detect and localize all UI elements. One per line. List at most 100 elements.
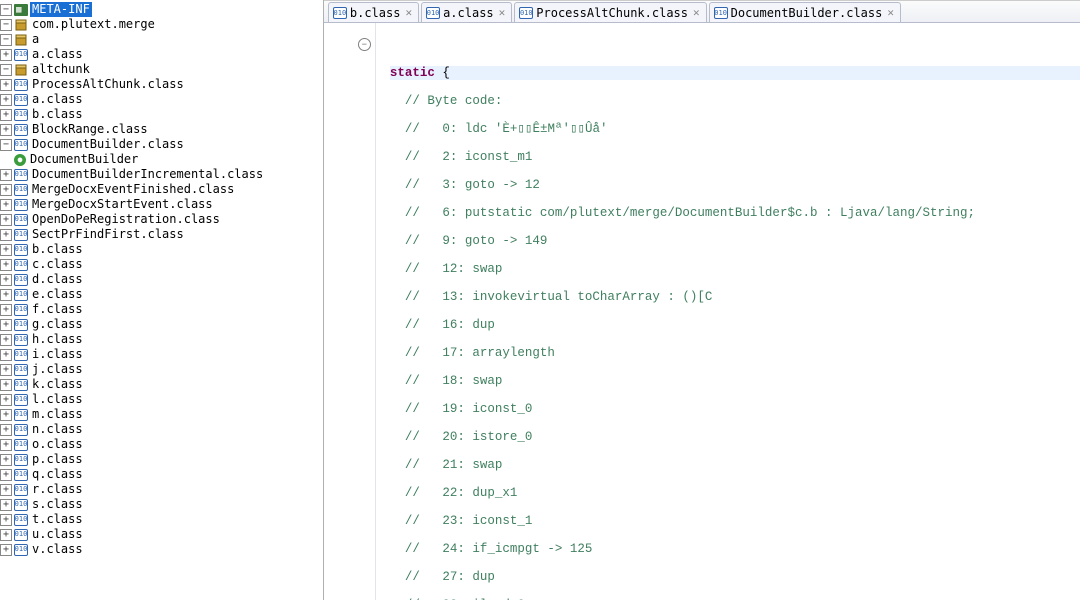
tree-item-documentbuilder[interactable]: −DocumentBuilder.class	[0, 137, 323, 152]
class-file-icon	[14, 484, 28, 496]
tree-item-class[interactable]: +b.class	[0, 242, 323, 257]
code-line: // 18: swap	[390, 374, 1080, 388]
expand-toggle-icon[interactable]: +	[0, 484, 12, 496]
expand-toggle-icon[interactable]: +	[0, 334, 12, 346]
expand-toggle-icon[interactable]: +	[0, 409, 12, 421]
expand-toggle-icon[interactable]: +	[0, 229, 12, 241]
tree-item-class[interactable]: +l.class	[0, 392, 323, 407]
expand-toggle-icon[interactable]: +	[0, 214, 12, 226]
tree-item-class[interactable]: + m.class	[0, 407, 323, 422]
expand-toggle-icon[interactable]: +	[0, 94, 12, 106]
tab-b-class[interactable]: b.class✕	[328, 2, 419, 22]
tree-item-class[interactable]: + v.class	[0, 542, 323, 557]
editor-body: − static { // Byte code: // 0: ldc 'È+▯▯…	[324, 23, 1080, 600]
tab-label: DocumentBuilder.class	[731, 6, 883, 20]
tree-item-package[interactable]: − com.plutext.merge	[0, 17, 323, 32]
code-line: // 22: dup_x1	[390, 486, 1080, 500]
expand-toggle-icon[interactable]: −	[0, 64, 12, 76]
close-icon[interactable]: ✕	[693, 6, 700, 19]
tree-item-class[interactable]: +MergeDocxEventFinished.class	[0, 182, 323, 197]
tree-item-class[interactable]: +OpenDoPeRegistration.class	[0, 212, 323, 227]
tree-item-class[interactable]: +r.class	[0, 482, 323, 497]
tree-item-class[interactable]: +o.class	[0, 437, 323, 452]
expand-toggle-icon[interactable]: +	[0, 514, 12, 526]
tree-item-class[interactable]: +j.class	[0, 362, 323, 377]
tree-item-class[interactable]: +t.class	[0, 512, 323, 527]
tab-label: ProcessAltChunk.class	[536, 6, 688, 20]
tree-item-class[interactable]: +a.class	[0, 92, 323, 107]
tree-item-folder-a[interactable]: − a	[0, 32, 323, 47]
expand-toggle-icon[interactable]: +	[0, 79, 12, 91]
expand-toggle-icon[interactable]: +	[0, 439, 12, 451]
tab-a-class[interactable]: a.class✕	[421, 2, 512, 22]
expand-toggle-icon[interactable]: −	[0, 34, 12, 46]
expand-toggle-icon[interactable]: +	[0, 319, 12, 331]
expand-toggle-icon[interactable]: +	[0, 349, 12, 361]
class-file-icon	[14, 424, 28, 436]
expand-toggle-icon[interactable]: +	[0, 169, 12, 181]
tree-item-class[interactable]: +c.class	[0, 257, 323, 272]
tree-item-class[interactable]: +d.class	[0, 272, 323, 287]
expand-toggle-icon[interactable]: +	[0, 109, 12, 121]
close-icon[interactable]: ✕	[499, 6, 506, 19]
expand-toggle-icon[interactable]: +	[0, 454, 12, 466]
expand-toggle-icon[interactable]: +	[0, 184, 12, 196]
code-line: // 19: iconst_0	[390, 402, 1080, 416]
tree-item-class[interactable]: +s.class	[0, 497, 323, 512]
close-icon[interactable]: ✕	[405, 6, 412, 19]
expand-toggle-icon[interactable]: +	[0, 289, 12, 301]
code-line: // 20: istore_0	[390, 430, 1080, 444]
tree-item-meta-inf[interactable]: − ▦ META-INF	[0, 2, 323, 17]
tree-label: f.class	[30, 302, 85, 317]
tree-item-class[interactable]: +u.class	[0, 527, 323, 542]
expand-toggle-icon[interactable]: −	[0, 4, 12, 16]
tree-item-class[interactable]: +e.class	[0, 287, 323, 302]
expand-toggle-icon[interactable]: +	[0, 529, 12, 541]
fold-toggle-icon[interactable]: −	[358, 38, 371, 51]
expand-toggle-icon[interactable]: +	[0, 424, 12, 436]
tree-label: v.class	[30, 542, 85, 557]
expand-toggle-icon[interactable]: −	[0, 19, 12, 31]
expand-toggle-icon[interactable]: −	[0, 139, 12, 151]
tree-label: m.class	[30, 407, 85, 422]
expand-toggle-icon[interactable]: +	[0, 244, 12, 256]
class-file-icon	[14, 349, 28, 361]
tree-item-class[interactable]: +SectPrFindFirst.class	[0, 227, 323, 242]
expand-toggle-icon[interactable]: +	[0, 124, 12, 136]
tree-item-class[interactable]: +BlockRange.class	[0, 122, 323, 137]
tree-item-class[interactable]: +DocumentBuilderIncremental.class	[0, 167, 323, 182]
expand-toggle-icon[interactable]: +	[0, 199, 12, 211]
tab-documentbuilder[interactable]: DocumentBuilder.class ✕	[709, 2, 901, 22]
tree-item-class[interactable]: +g.class	[0, 317, 323, 332]
expand-toggle-icon[interactable]: +	[0, 259, 12, 271]
expand-toggle-icon[interactable]: +	[0, 394, 12, 406]
tree-item-class[interactable]: +n.class	[0, 422, 323, 437]
close-icon[interactable]: ✕	[887, 6, 894, 19]
expand-toggle-icon[interactable]: +	[0, 469, 12, 481]
project-tree-pane: − ▦ META-INF − com.plutext.merge −	[0, 0, 324, 600]
expand-toggle-icon[interactable]: +	[0, 379, 12, 391]
tree-item-class[interactable]: +ProcessAltChunk.class	[0, 77, 323, 92]
tree-item-class[interactable]: +h.class	[0, 332, 323, 347]
expand-toggle-icon[interactable]: +	[0, 49, 12, 61]
expand-toggle-icon[interactable]: +	[0, 364, 12, 376]
tree-item-class[interactable]: +k.class	[0, 377, 323, 392]
tree-item-class[interactable]: + f.class	[0, 302, 323, 317]
expand-toggle-icon[interactable]: +	[0, 274, 12, 286]
expand-toggle-icon[interactable]: +	[0, 544, 12, 556]
tree-item-class[interactable]: +q.class	[0, 467, 323, 482]
tree-item-folder-altchunk[interactable]: − altchunk	[0, 62, 323, 77]
tree-item-class[interactable]: + a.class	[0, 47, 323, 62]
code-area[interactable]: static { // Byte code: // 0: ldc 'È+▯▯Ê±…	[376, 23, 1080, 600]
expand-toggle-icon[interactable]: +	[0, 304, 12, 316]
tree-item-runnable[interactable]: ●DocumentBuilder	[0, 152, 323, 167]
tree-label: a.class	[30, 47, 85, 62]
tree-item-class[interactable]: +i.class	[0, 347, 323, 362]
tree-item-class[interactable]: +p.class	[0, 452, 323, 467]
editor-pane: b.class✕ a.class✕ ProcessAltChunk.class ✕…	[324, 0, 1080, 600]
expand-toggle-icon[interactable]: +	[0, 499, 12, 511]
tree-item-class[interactable]: +MergeDocxStartEvent.class	[0, 197, 323, 212]
class-file-icon	[14, 379, 28, 391]
tree-item-class[interactable]: +b.class	[0, 107, 323, 122]
tab-processaltchunk[interactable]: ProcessAltChunk.class ✕	[514, 2, 706, 22]
